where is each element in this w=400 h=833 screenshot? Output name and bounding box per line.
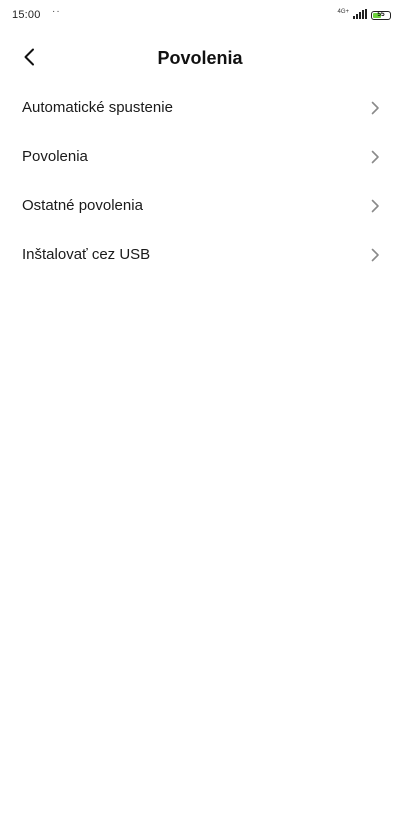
app-header: Povolenia (0, 36, 400, 82)
menu-item-permissions[interactable]: Povolenia (0, 133, 400, 182)
page-title: Povolenia (157, 48, 243, 68)
chevron-right-icon (370, 100, 380, 116)
battery-level: 55 (377, 11, 385, 18)
menu-item-label: Povolenia (22, 148, 88, 165)
chevron-right-icon (370, 149, 380, 165)
menu-item-label: Ostatné povolenia (22, 197, 143, 214)
menu-item-label: Automatické spustenie (22, 99, 173, 116)
signal-icon (353, 6, 367, 24)
status-time: 15:00 (12, 9, 41, 21)
chevron-right-icon (370, 198, 380, 214)
chevron-right-icon (370, 247, 380, 263)
menu-item-other-permissions[interactable]: Ostatné povolenia (0, 182, 400, 231)
network-type-label: 4G+ (337, 9, 349, 15)
battery-body: 55 (371, 10, 391, 20)
menu-item-label: Inštalovať cez USB (22, 246, 151, 263)
battery-icon: 55 (371, 10, 391, 20)
menu-item-autostart[interactable]: Automatické spustenie (0, 84, 400, 133)
status-icons: 4G+ 55 (337, 6, 391, 24)
status-bar: 15:00 ·· 4G+ 55 (0, 0, 400, 30)
menu-item-install-via-usb[interactable]: Inštalovať cez USB (0, 231, 400, 280)
menu-list: Automatické spustenie Povolenia Ostatné … (0, 84, 400, 280)
notification-dots: ·· (52, 6, 61, 17)
